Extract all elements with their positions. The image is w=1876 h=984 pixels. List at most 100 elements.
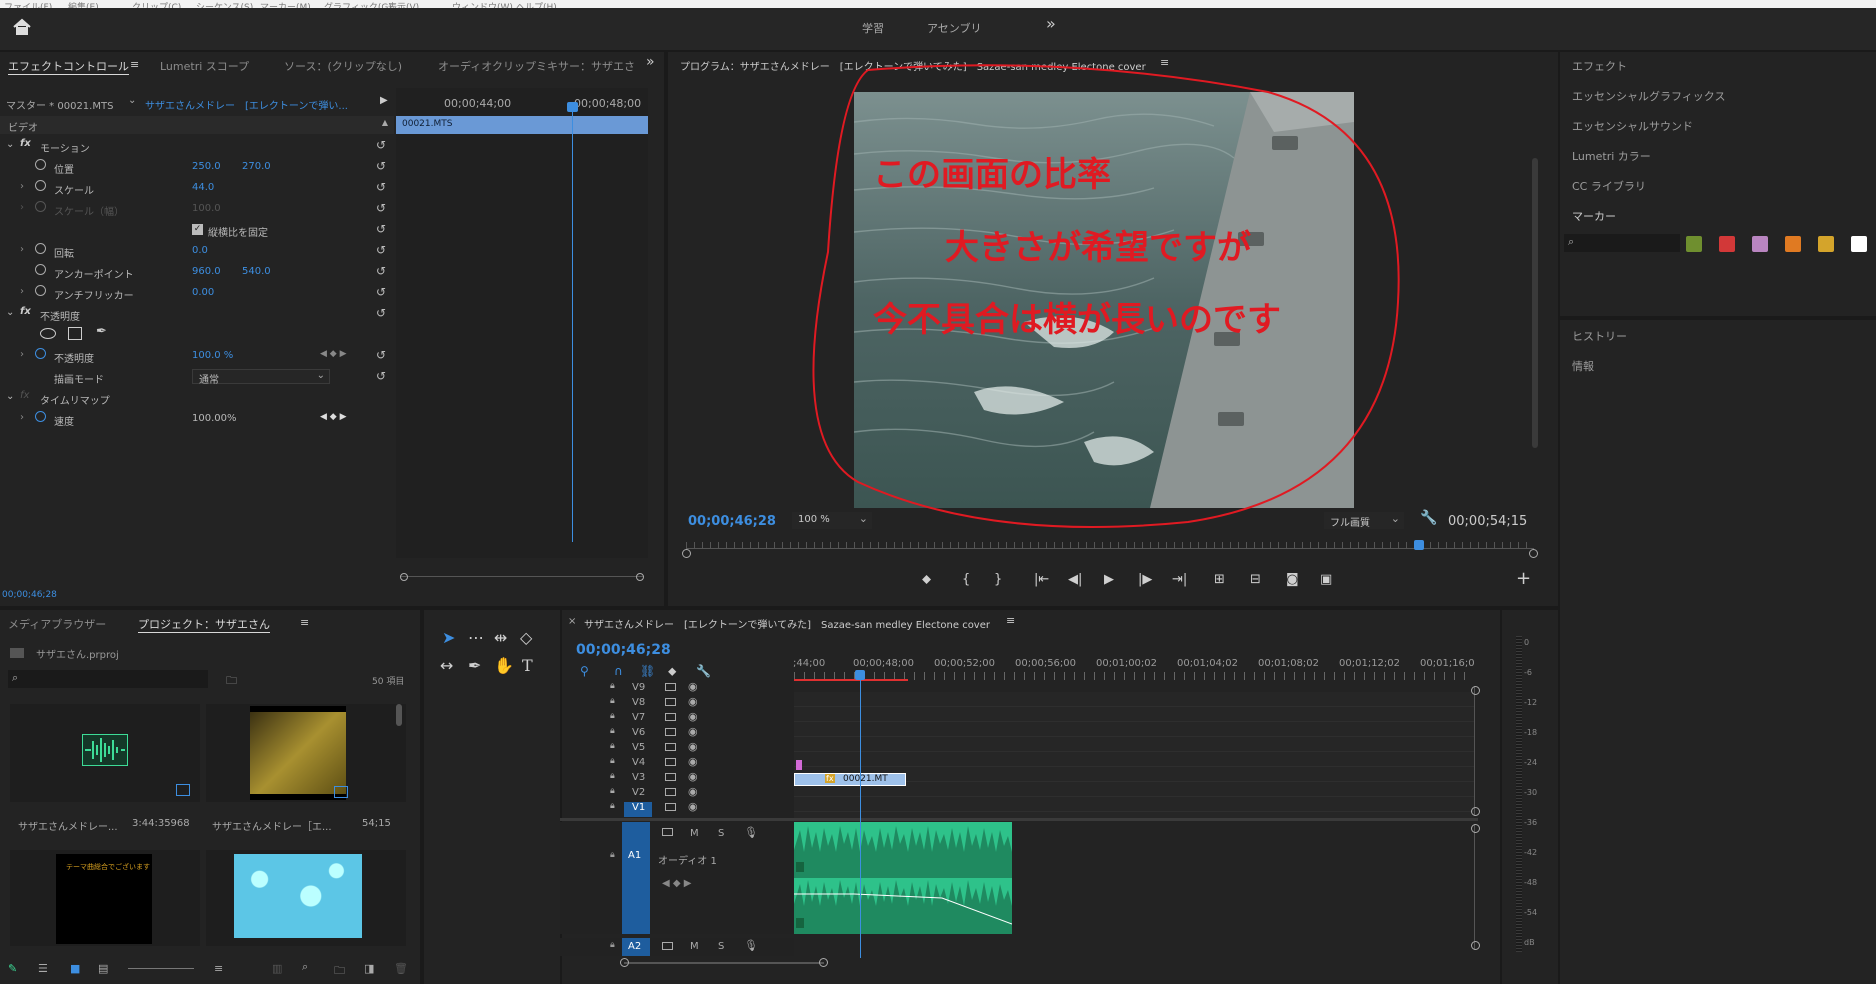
scroll-up-icon[interactable]: ▲ <box>382 118 388 127</box>
opacity-value[interactable]: 100.0 % <box>192 350 233 361</box>
a2-label[interactable]: A2 <box>628 941 641 952</box>
eye-icon[interactable]: ◉ <box>688 695 698 708</box>
export-frame-icon[interactable]: ◙ <box>1286 572 1299 587</box>
magnet-icon[interactable]: ∩ <box>614 664 623 678</box>
essential-graphics-link[interactable]: エッセンシャルグラフィックス <box>1572 88 1725 104</box>
timeline-settings-icon[interactable]: 🔧 <box>696 664 711 678</box>
add-button-icon[interactable]: + <box>1516 568 1531 589</box>
ec-clip-bar[interactable]: 00021.MTS <box>396 116 648 134</box>
project-item-bubbles[interactable] <box>206 850 406 946</box>
speed-value[interactable]: 100.00% <box>192 413 237 424</box>
cc-libraries-link[interactable]: CC ライブラリ <box>1572 178 1646 194</box>
zoom-slider[interactable] <box>128 968 194 969</box>
pencil-icon[interactable]: ✎ <box>8 962 17 975</box>
ec-playhead[interactable] <box>572 106 573 542</box>
workspace-more-icon[interactable]: » <box>1046 14 1056 33</box>
lock-icon[interactable]: 🔒︎ <box>610 696 615 706</box>
flicker-value[interactable]: 0.00 <box>192 287 214 298</box>
step-back-button[interactable]: ◀| <box>1068 572 1082 587</box>
a1-label[interactable]: A1 <box>628 850 641 861</box>
reset-icon[interactable]: ↺ <box>376 264 386 278</box>
position-y[interactable]: 270.0 <box>242 161 271 172</box>
lock-icon[interactable]: 🔒︎ <box>610 681 615 691</box>
info-panel-link[interactable]: 情報 <box>1572 358 1594 374</box>
timeremap-row[interactable]: ⌄ fx タイムリマップ <box>0 388 394 409</box>
automate-icon[interactable]: ▥ <box>272 962 282 975</box>
go-to-in-button[interactable]: |⇤ <box>1034 572 1049 587</box>
sync-lock-icon[interactable] <box>665 683 676 691</box>
tab-source[interactable]: ソース：(クリップなし) <box>284 58 402 74</box>
position-x[interactable]: 250.0 <box>192 161 221 172</box>
a1-target[interactable] <box>622 822 650 934</box>
close-icon[interactable]: × <box>568 616 576 627</box>
markers-header[interactable]: マーカー <box>1572 208 1616 224</box>
add-marker-button[interactable]: ⬥ <box>922 572 931 587</box>
new-bin-button-icon[interactable]: 🗀 <box>334 962 345 981</box>
reset-icon[interactable]: ↺ <box>376 138 386 152</box>
eye-icon[interactable]: ◉ <box>688 725 698 738</box>
track-select-tool-icon[interactable]: ⋯ <box>468 628 484 647</box>
stopwatch-icon[interactable] <box>35 180 46 191</box>
marker-color-white[interactable] <box>1851 236 1867 252</box>
effects-panel-link[interactable]: エフェクト <box>1572 58 1627 74</box>
pen-mask-icon[interactable]: ✒ <box>96 324 107 339</box>
wrench-icon[interactable]: 🔧 <box>1420 510 1437 526</box>
lock-icon[interactable]: 🔒︎ <box>610 711 615 721</box>
razor-tool-icon[interactable]: ◇ <box>520 628 532 647</box>
expand-icon[interactable]: › <box>20 349 24 360</box>
marker-search-input[interactable]: ⌕ <box>1564 234 1680 252</box>
stopwatch-icon[interactable] <box>35 348 46 359</box>
lock-icon[interactable]: 🔒︎ <box>610 726 615 736</box>
new-item-icon[interactable]: ◨ <box>364 962 374 975</box>
timeline-playhead[interactable] <box>860 678 861 958</box>
expand-icon[interactable]: › <box>20 181 24 192</box>
project-scrollbar[interactable] <box>396 704 402 726</box>
track-name[interactable]: V1 <box>632 802 645 813</box>
selection-tool-icon[interactable]: ➤ <box>442 628 455 647</box>
marker-icon[interactable]: ⬥ <box>668 664 676 679</box>
project-item-black[interactable]: テーマ曲総合でございます <box>10 850 200 946</box>
program-timecode[interactable]: 00;00;46;28 <box>688 514 776 529</box>
v4-clip-marker[interactable] <box>796 760 802 770</box>
eye-icon[interactable]: ◉ <box>688 680 698 693</box>
find-icon[interactable]: ⌕ <box>302 960 308 974</box>
video-clip-00021[interactable]: fx 00021.MT <box>794 773 906 786</box>
track-name[interactable]: V7 <box>632 712 645 723</box>
quality-select[interactable]: フル画質 ⌄ <box>1324 512 1404 529</box>
sync-lock-icon[interactable] <box>665 743 676 751</box>
tab-lumetri-scopes[interactable]: Lumetri スコープ <box>160 58 249 74</box>
anchor-y[interactable]: 540.0 <box>242 266 271 277</box>
lock-icon[interactable]: 🔒︎ <box>610 741 615 751</box>
keyframe-nav-icon[interactable]: ◀ ◆ ▶ <box>320 349 347 359</box>
expand-icon[interactable]: › <box>20 286 24 297</box>
extract-button[interactable]: ⊟ <box>1250 572 1261 587</box>
project-item-sequence[interactable] <box>206 704 406 802</box>
reset-icon[interactable]: ↺ <box>376 201 386 215</box>
sync-lock-icon[interactable] <box>662 942 673 950</box>
marker-color-green[interactable] <box>1686 236 1702 252</box>
solo-button[interactable]: S <box>718 941 724 952</box>
stopwatch-icon[interactable] <box>35 243 46 254</box>
history-panel-link[interactable]: ヒストリー <box>1572 328 1627 344</box>
comparison-view-icon[interactable]: ▣ <box>1320 572 1332 587</box>
play-only-icon[interactable]: ▶ <box>380 95 388 106</box>
stopwatch-icon[interactable] <box>35 285 46 296</box>
type-tool-icon[interactable]: T <box>522 656 533 675</box>
sync-lock-icon[interactable] <box>665 713 676 721</box>
track-name[interactable]: V5 <box>632 742 645 753</box>
uniform-scale-checkbox[interactable]: ✓ <box>192 224 203 235</box>
project-menu-icon[interactable]: ≡ <box>300 616 309 629</box>
icon-view-icon[interactable]: ■ <box>70 962 80 975</box>
track-name[interactable]: V8 <box>632 697 645 708</box>
expand-icon[interactable]: › <box>20 244 24 255</box>
linked-selection-icon[interactable]: ⛓ <box>640 664 655 678</box>
mark-out-button[interactable]: } <box>994 572 1002 587</box>
ripple-edit-tool-icon[interactable]: ⇹ <box>494 628 507 647</box>
sync-lock-icon[interactable] <box>665 728 676 736</box>
reset-icon[interactable]: ↺ <box>376 306 386 320</box>
track-name[interactable]: V6 <box>632 727 645 738</box>
anchor-x[interactable]: 960.0 <box>192 266 221 277</box>
slip-tool-icon[interactable]: ↔ <box>440 656 453 675</box>
eye-icon[interactable]: ◉ <box>688 710 698 723</box>
play-button[interactable]: ▶ <box>1104 572 1114 587</box>
